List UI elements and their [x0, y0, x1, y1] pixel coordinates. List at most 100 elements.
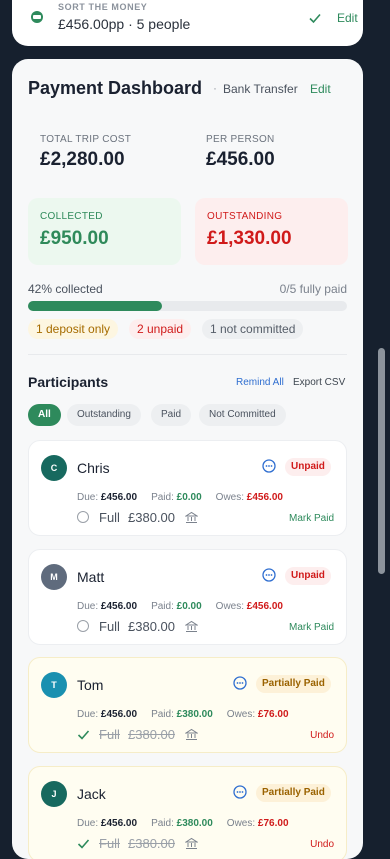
not-committed-pill[interactable]: 1 not committed — [202, 319, 304, 339]
status-badge: Partially Paid — [256, 784, 331, 802]
due-amount: £456.00 — [100, 601, 138, 612]
mark-paid-button[interactable]: Mark Paid — [289, 513, 334, 524]
check-icon[interactable] — [77, 728, 90, 741]
participant-card: C Chris Unpaid Due: £456.00 Paid: £0.00 Ow… — [28, 440, 347, 536]
owes-amount: £456.00 — [246, 492, 283, 503]
amounts-row: Due: £456.00 Paid: £0.00 Owes: £456.00 — [77, 601, 283, 612]
participant-name: Matt — [77, 569, 105, 585]
total-cost-value: £2,280.00 — [40, 149, 125, 170]
owes-amount: £76.00 — [257, 709, 289, 720]
section-label: SORT THE MONEY — [58, 2, 148, 12]
edit-method-link[interactable]: Edit — [310, 82, 331, 96]
full-label: Full — [99, 727, 120, 742]
fully-paid-count: 0/5 fully paid — [279, 282, 347, 296]
paid-amount: £380.00 — [176, 818, 213, 829]
owes-amount: £456.00 — [246, 601, 283, 612]
participant-card: M Matt Unpaid Due: £456.00 Paid: £0.00 Owe… — [28, 549, 347, 645]
undo-button[interactable]: Undo — [310, 839, 334, 850]
participant-card: J Jack Partially Paid Due: £456.00 Paid: … — [28, 766, 347, 859]
owes-label: Owes: — [215, 492, 245, 503]
progress-text: 42% collected — [28, 282, 103, 296]
export-csv-button[interactable]: Export CSV — [293, 377, 345, 388]
outstanding-value: £1,330.00 — [207, 228, 292, 249]
deposit-only-pill[interactable]: 1 deposit only — [28, 319, 119, 339]
status-badge: Partially Paid — [256, 675, 331, 693]
collected-label: COLLECTED — [40, 211, 103, 222]
full-checkbox[interactable] — [77, 620, 89, 632]
total-cost-label: TOTAL TRIP COST — [40, 134, 132, 145]
undo-button[interactable]: Undo — [310, 730, 334, 741]
due-label: Due: — [77, 818, 99, 829]
due-amount: £456.00 — [100, 709, 138, 720]
due-label: Due: — [77, 601, 99, 612]
participant-name: Chris — [77, 460, 110, 476]
status-badge: Unpaid — [285, 567, 331, 585]
participants-title: Participants — [28, 374, 109, 390]
payment-dashboard: Payment Dashboard · Bank Transfer Edit T… — [12, 59, 363, 859]
divider — [28, 354, 347, 355]
dashboard-title: Payment Dashboard — [28, 78, 203, 98]
full-checkbox[interactable] — [77, 511, 89, 523]
participant-name: Jack — [77, 786, 106, 802]
owes-amount: £76.00 — [257, 818, 289, 829]
unpaid-pill[interactable]: 2 unpaid — [129, 319, 192, 339]
paid-amount: £0.00 — [176, 492, 202, 503]
status-badge: Unpaid — [285, 458, 331, 476]
owes-label: Owes: — [226, 709, 256, 720]
due-label: Due: — [77, 492, 99, 503]
edit-link[interactable]: Edit — [337, 11, 358, 25]
participant-card: T Tom Partially Paid Due: £456.00 Paid: £… — [28, 657, 347, 753]
paid-label: Paid: — [151, 601, 174, 612]
avatar: J — [41, 781, 67, 807]
bank-icon[interactable] — [185, 511, 198, 524]
full-amount: £380.00 — [128, 510, 175, 525]
owes-label: Owes: — [226, 818, 256, 829]
scrollbar-thumb[interactable] — [378, 348, 385, 574]
separator-dot: · — [213, 81, 217, 95]
chat-icon[interactable] — [233, 785, 247, 799]
progress-bar — [28, 301, 347, 311]
bank-icon[interactable] — [185, 728, 198, 741]
due-label: Due: — [77, 709, 99, 720]
avatar: C — [41, 455, 67, 481]
mark-paid-button[interactable]: Mark Paid — [289, 622, 334, 633]
amounts-row: Due: £456.00 Paid: £380.00 Owes: £76.00 — [77, 818, 289, 829]
collected-value: £950.00 — [40, 228, 109, 249]
amounts-row: Due: £456.00 Paid: £380.00 Owes: £76.00 — [77, 709, 289, 720]
money-icon — [31, 11, 43, 23]
per-person-summary: £456.00pp · 5 people — [58, 16, 191, 32]
paid-label: Paid: — [151, 818, 174, 829]
paid-label: Paid: — [151, 709, 174, 720]
full-label: Full — [99, 619, 120, 634]
paid-amount: £0.00 — [176, 601, 202, 612]
payment-method: Bank Transfer — [223, 82, 298, 96]
participant-name: Tom — [77, 677, 104, 693]
check-icon — [309, 13, 321, 24]
per-person-label: PER PERSON — [206, 134, 275, 145]
tab-not-committed[interactable]: Not Committed — [199, 404, 286, 426]
tab-paid[interactable]: Paid — [151, 404, 192, 426]
owes-label: Owes: — [215, 601, 245, 612]
outstanding-box: OUTSTANDING £1,330.00 — [195, 198, 348, 265]
amounts-row: Due: £456.00 Paid: £0.00 Owes: £456.00 — [77, 492, 283, 503]
bank-icon[interactable] — [185, 620, 198, 633]
due-amount: £456.00 — [100, 818, 138, 829]
avatar: T — [41, 672, 67, 698]
tab-all[interactable]: All — [28, 404, 61, 426]
full-amount: £380.00 — [128, 619, 175, 634]
per-person-value: £456.00 — [206, 149, 275, 170]
paid-amount: £380.00 — [176, 709, 213, 720]
outstanding-label: OUTSTANDING — [207, 211, 283, 222]
chat-icon[interactable] — [233, 676, 247, 690]
tab-outstanding[interactable]: Outstanding — [67, 404, 141, 426]
full-label: Full — [99, 510, 120, 525]
avatar: M — [41, 564, 67, 590]
progress-fill — [28, 301, 162, 311]
collected-box: COLLECTED £950.00 — [28, 198, 181, 265]
remind-all-button[interactable]: Remind All — [236, 377, 284, 388]
due-amount: £456.00 — [100, 492, 138, 503]
full-amount: £380.00 — [128, 727, 175, 742]
paid-label: Paid: — [151, 492, 174, 503]
chat-icon[interactable] — [262, 568, 276, 582]
chat-icon[interactable] — [262, 459, 276, 473]
